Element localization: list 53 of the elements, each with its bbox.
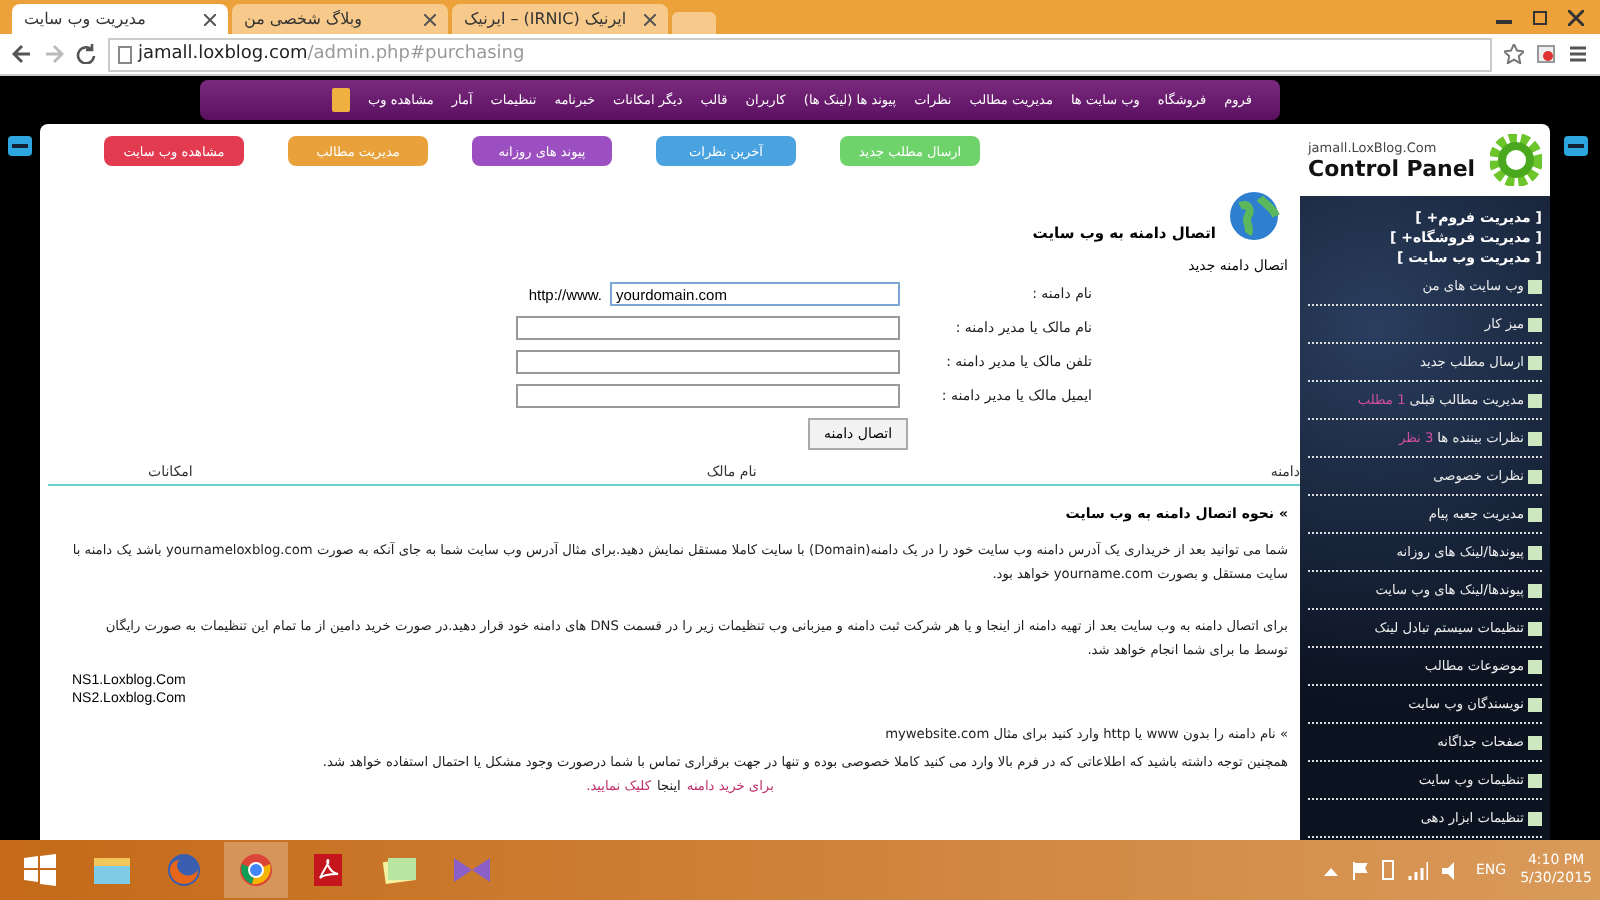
browser-tab[interactable]: مدیریت وب سایت: [12, 4, 228, 34]
page-icon: [1528, 811, 1542, 825]
menu-icon: [1568, 44, 1588, 64]
page-icon: [1528, 355, 1542, 369]
browser-icon: [166, 852, 202, 888]
page-icon: [1528, 431, 1542, 445]
page-icon: [1528, 279, 1542, 293]
logo-title: Control Panel: [1308, 155, 1476, 181]
minus-icon: [12, 144, 28, 148]
sticky-note-icon: [380, 854, 420, 886]
browser-icon: [238, 852, 274, 888]
flag-icon: [1352, 861, 1368, 879]
collapse-button[interactable]: [8, 136, 32, 156]
page-icon: [1528, 317, 1542, 331]
page-icon: [1528, 583, 1542, 597]
reload-icon: [76, 44, 96, 64]
taskbar-app[interactable]: [224, 842, 288, 898]
page-icon: [1528, 507, 1542, 521]
page-icon: [1528, 469, 1542, 483]
close-icon: [644, 13, 656, 25]
globe-icon: [1228, 190, 1280, 242]
document-icon: [312, 852, 344, 888]
close-icon: [204, 13, 216, 25]
page-icon: [1528, 393, 1542, 407]
start-icon: [24, 854, 56, 886]
input-field[interactable]: [516, 316, 900, 340]
browser-tab[interactable]: ایرنیک – (IRNIC) ایرنیک: [452, 4, 668, 34]
input-field[interactable]: [516, 384, 900, 408]
input-field[interactable]: [516, 350, 900, 374]
signal-icon: [1408, 861, 1428, 879]
page-icon: [1528, 697, 1542, 711]
forward-arrow-icon: [44, 44, 64, 64]
page-icon: [1528, 659, 1542, 673]
restore-icon: [1532, 9, 1548, 25]
address-field[interactable]: jamall.loxblog.com/admin.php#purchasing: [108, 37, 1492, 71]
page-icon: [118, 45, 132, 63]
bowtie-icon: [452, 854, 492, 886]
gear-icon: [1490, 134, 1542, 186]
notebook-icon: [332, 88, 351, 112]
page-icon: [1528, 621, 1542, 635]
collapse-button[interactable]: [1563, 136, 1587, 156]
star-icon: [1504, 44, 1524, 64]
page-icon: [1528, 545, 1542, 559]
close-icon: [424, 13, 436, 25]
back-arrow-icon: [12, 44, 32, 64]
browser-tab[interactable]: وبلاگ شخصی من: [232, 4, 448, 34]
page-icon: [1528, 773, 1542, 787]
page-icon: [1528, 735, 1542, 749]
folder-icon: [92, 854, 132, 886]
up-arrow-icon: [1324, 865, 1338, 875]
battery-icon: [1382, 860, 1394, 880]
close-icon: [1568, 9, 1584, 25]
minus-icon: [1567, 144, 1583, 148]
